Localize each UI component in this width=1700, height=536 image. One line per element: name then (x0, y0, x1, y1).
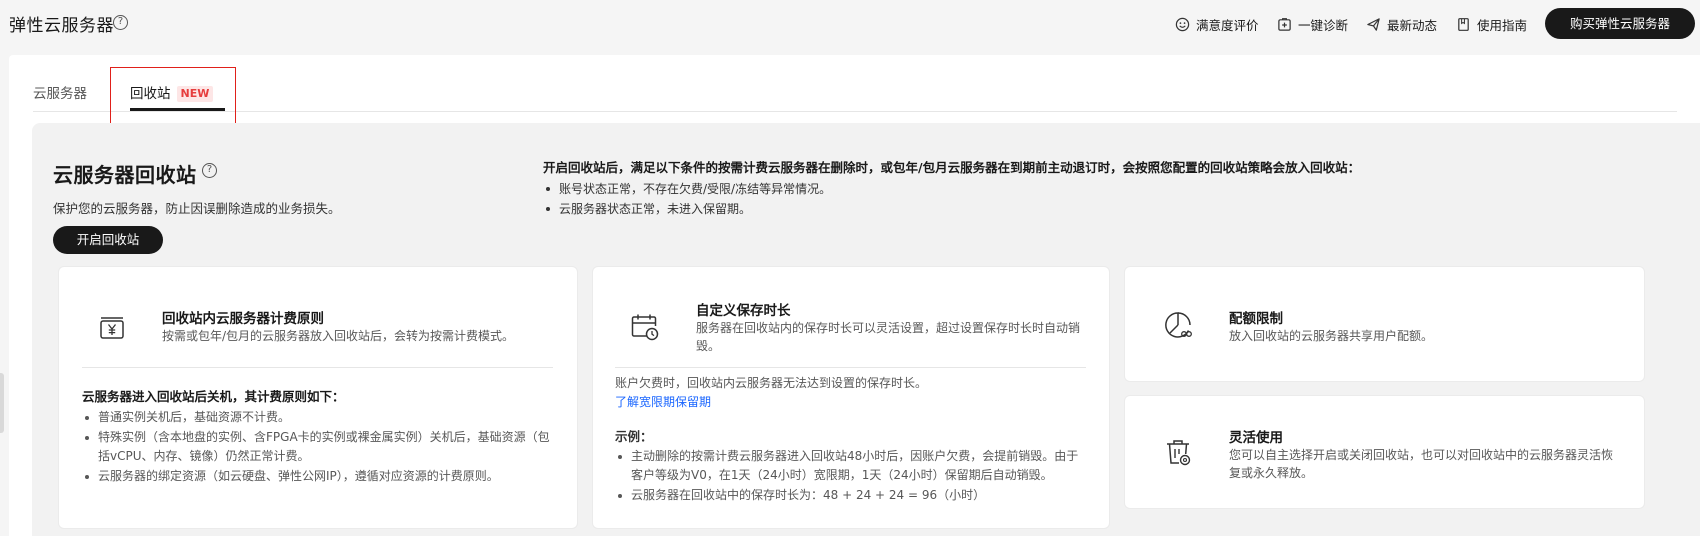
billing-body-title: 云服务器进入回收站后关机，其计费原则如下： (82, 389, 345, 404)
list-item: 账号状态正常，不存在欠费/受限/冻结等异常情况。 (543, 179, 831, 199)
tab-cloud-servers[interactable]: 云服务器 (33, 82, 87, 102)
calendar-clock-icon (628, 310, 660, 342)
retention-bullets: 主动删除的按需计费云服务器进入回收站48小时后，因账户欠费，会提前销毁。由于客户… (615, 447, 1090, 506)
divider (615, 367, 1086, 368)
send-icon (1366, 17, 1381, 32)
list-item: 云服务器在回收站中的保存时长为：48 + 24 + 24 = 96（小时） (615, 486, 1090, 505)
billing-bullets: 普通实例关机后，基础资源不计费。 特殊实例（含本地盘的实例、含FPGA卡的实例或… (82, 408, 557, 487)
recycle-bin-icon (1162, 436, 1194, 468)
page-header: 弹性云服务器 ? 满意度评价 一键诊断 最新动态 使用指南 购买弹性云服务器 (0, 0, 1700, 46)
list-item: 云服务器的绑定资源（如云硬盘、弹性公网IP），遵循对应资源的计费原则。 (82, 467, 557, 486)
condition-title: 开启回收站后，满足以下条件的按需计费云服务器在删除时，或包年/包月云服务器在到期… (543, 160, 1361, 175)
satisfaction-label: 满意度评价 (1196, 18, 1259, 33)
list-item: 主动删除的按需计费云服务器进入回收站48小时后，因账户欠费，会提前销毁。由于客户… (615, 447, 1090, 485)
recycle-description: 保护您的云服务器，防止因误删除造成的业务损失。 (53, 201, 341, 216)
billing-title: 回收站内云服务器计费原则 (162, 311, 324, 327)
news-link[interactable]: 最新动态 (1366, 15, 1437, 34)
flexible-title: 灵活使用 (1229, 430, 1283, 446)
guide-label: 使用指南 (1477, 18, 1528, 33)
billing-desc: 按需或包年/包月的云服务器放入回收站后，会转为按需计费模式。 (162, 329, 515, 343)
retention-title: 自定义保存时长 (696, 303, 791, 319)
diagnose-label: 一键诊断 (1298, 18, 1349, 33)
list-item: 云服务器状态正常，未进入保留期。 (543, 199, 831, 219)
grace-period-link[interactable]: 了解宽限期保留期 (615, 393, 711, 410)
tab-bar: 云服务器 回收站 NEW (33, 55, 1677, 112)
flexible-desc: 您可以自主选择开启或关闭回收站，也可以对回收站中的云服务器灵活恢复或永久释放。 (1229, 448, 1614, 480)
page-title: 弹性云服务器 (9, 16, 114, 36)
quota-card (1124, 266, 1645, 382)
list-item: 普通实例关机后，基础资源不计费。 (82, 408, 557, 427)
buy-server-button[interactable]: 购买弹性云服务器 (1545, 8, 1695, 39)
diagnose-icon (1277, 17, 1292, 32)
smile-icon (1175, 17, 1190, 32)
billing-yen-icon (96, 312, 128, 344)
book-icon (1456, 17, 1471, 32)
quota-desc: 放入回收站的云服务器共享用户配额。 (1229, 329, 1434, 343)
retention-desc: 服务器在回收站内的保存时长可以灵活设置，超过设置保存时长时自动销毁。 (696, 321, 1081, 353)
tab-highlight-box (110, 67, 236, 126)
help-icon[interactable]: ? (113, 15, 128, 30)
list-item: 特殊实例（含本地盘的实例、含FPGA卡的实例或裸金属实例）关机后，基础资源（包括… (82, 428, 557, 466)
side-handle[interactable] (0, 373, 4, 433)
recycle-title: 云服务器回收站 (53, 163, 197, 187)
quota-title: 配额限制 (1229, 311, 1283, 327)
diagnose-link[interactable]: 一键诊断 (1277, 15, 1348, 34)
example-title: 示例： (615, 429, 653, 444)
news-label: 最新动态 (1387, 18, 1438, 33)
guide-link[interactable]: 使用指南 (1456, 15, 1527, 34)
condition-list: 账号状态正常，不存在欠费/受限/冻结等异常情况。 云服务器状态正常，未进入保留期… (543, 179, 831, 219)
pie-chart-icon (1162, 309, 1194, 341)
help-icon[interactable]: ? (202, 163, 217, 178)
satisfaction-link[interactable]: 满意度评价 (1175, 15, 1259, 34)
divider (82, 367, 553, 368)
enable-recycle-button[interactable]: 开启回收站 (53, 226, 163, 254)
retention-note: 账户欠费时，回收站内云服务器无法达到设置的保存时长。 (615, 376, 928, 390)
